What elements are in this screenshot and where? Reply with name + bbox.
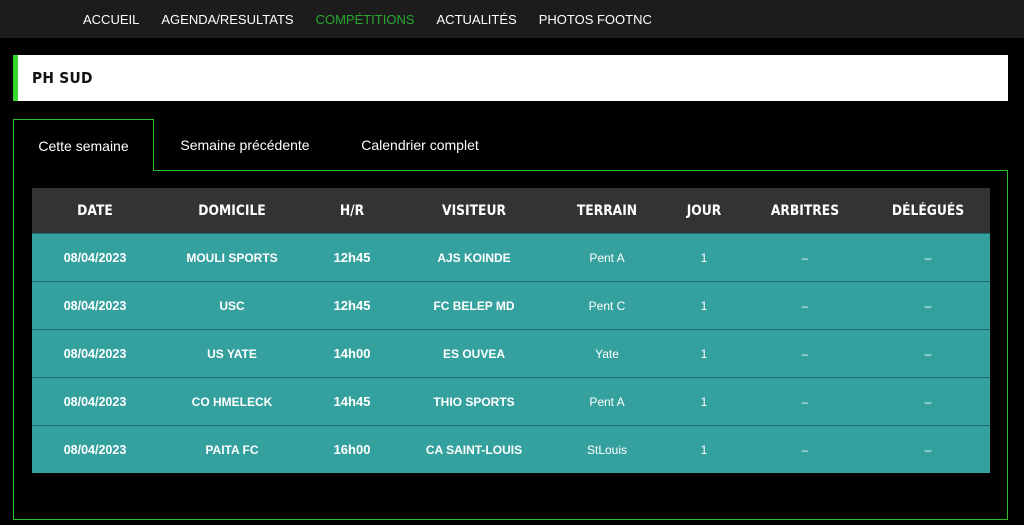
column-header-visiteur: VISITEUR: [442, 202, 506, 219]
nav-item-actualites[interactable]: ACTUALITÉS: [437, 12, 517, 27]
cell-away-team[interactable]: THIO SPORTS: [398, 395, 550, 409]
column-header-delegues: DÉLÉGUÉS: [891, 202, 965, 219]
cell-delegates: –: [924, 298, 932, 313]
cell-away-team[interactable]: AJS KOINDE: [398, 251, 550, 265]
cell-field: Pent C: [588, 298, 626, 313]
cell-field: StLouis: [586, 442, 628, 457]
cell-referees: –: [801, 250, 809, 265]
cell-delegates: –: [924, 394, 932, 409]
column-header-date: DATE: [77, 202, 113, 219]
cell-date: 08/04/2023: [63, 346, 127, 361]
cell-delegates: –: [924, 346, 932, 361]
cell-referees: –: [801, 394, 809, 409]
cell-date: 08/04/2023: [63, 442, 127, 457]
cell-date: 08/04/2023: [63, 394, 127, 409]
cell-day: 1: [700, 346, 708, 361]
tab-cette-semaine[interactable]: Cette semaine: [13, 119, 154, 171]
cell-field: Pent A: [589, 394, 625, 409]
cell-away-team[interactable]: FC BELEP MD: [398, 299, 550, 313]
cell-field: Yate: [595, 346, 619, 361]
column-header-jour: JOUR: [686, 202, 722, 219]
cell-field: Pent A: [589, 250, 625, 265]
matches-table: DATE DOMICILE H/R VISITEUR TERRAIN JOUR …: [32, 188, 990, 473]
nav-item-photos-footnc[interactable]: PHOTOS FOOTNC: [539, 12, 652, 27]
cell-day: 1: [700, 394, 708, 409]
cell-day: 1: [700, 442, 708, 457]
cell-away-team[interactable]: ES OUVEA: [398, 347, 550, 361]
cell-home-team[interactable]: US YATE: [158, 347, 306, 361]
cell-referees: –: [801, 442, 809, 457]
cell-time: 16h00: [333, 442, 371, 457]
cell-date: 08/04/2023: [63, 250, 127, 265]
table-row: 08/04/2023 PAITA FC 16h00 CA SAINT-LOUIS…: [32, 425, 990, 473]
cell-time: 14h45: [333, 394, 371, 409]
competition-title-bar: PH SUD: [13, 55, 1008, 101]
cell-away-team[interactable]: CA SAINT-LOUIS: [398, 443, 550, 457]
column-header-hr: H/R: [339, 202, 365, 219]
cell-date: 08/04/2023: [63, 298, 127, 313]
nav-item-competitions[interactable]: COMPÉTITIONS: [316, 12, 415, 27]
cell-time: 12h45: [333, 298, 371, 313]
cell-day: 1: [700, 298, 708, 313]
cell-referees: –: [801, 346, 809, 361]
nav-item-accueil[interactable]: ACCUEIL: [83, 12, 139, 27]
cell-referees: –: [801, 298, 809, 313]
table-header: DATE DOMICILE H/R VISITEUR TERRAIN JOUR …: [32, 188, 990, 233]
cell-day: 1: [700, 250, 708, 265]
column-header-domicile: DOMICILE: [198, 202, 266, 219]
page-title: PH SUD: [32, 69, 93, 87]
column-header-arbitres: ARBITRES: [770, 202, 840, 219]
cell-time: 12h45: [333, 250, 371, 265]
active-tab-joiner: [14, 169, 153, 172]
cell-delegates: –: [924, 442, 932, 457]
nav-item-agenda-resultats[interactable]: AGENDA/RESULTATS: [161, 12, 293, 27]
table-row: 08/04/2023 US YATE 14h00 ES OUVEA Yate 1…: [32, 329, 990, 377]
column-header-terrain: TERRAIN: [576, 202, 638, 219]
cell-home-team[interactable]: MOULI SPORTS: [158, 251, 306, 265]
cell-delegates: –: [924, 250, 932, 265]
top-navigation: ACCUEIL AGENDA/RESULTATS COMPÉTITIONS AC…: [0, 0, 1024, 38]
table-row: 08/04/2023 CO HMELECK 14h45 THIO SPORTS …: [32, 377, 990, 425]
cell-home-team[interactable]: USC: [158, 299, 306, 313]
tab-calendrier-complet[interactable]: Calendrier complet: [336, 119, 504, 171]
cell-home-team[interactable]: CO HMELECK: [158, 395, 306, 409]
table-row: 08/04/2023 MOULI SPORTS 12h45 AJS KOINDE…: [32, 233, 990, 281]
cell-time: 14h00: [333, 346, 371, 361]
tab-semaine-precedente[interactable]: Semaine précédente: [154, 119, 336, 171]
table-row: 08/04/2023 USC 12h45 FC BELEP MD Pent C …: [32, 281, 990, 329]
cell-home-team[interactable]: PAITA FC: [158, 443, 306, 457]
